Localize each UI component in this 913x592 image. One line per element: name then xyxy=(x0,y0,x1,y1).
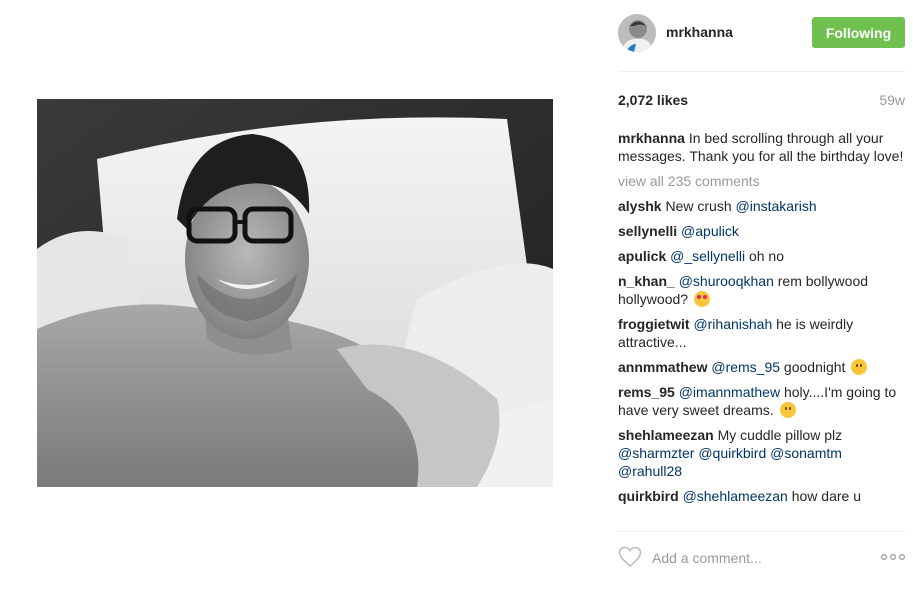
comment-username[interactable]: froggietwit xyxy=(618,316,690,332)
comment-username[interactable]: apulick xyxy=(618,248,666,264)
comment-mention[interactable]: @rems_95 xyxy=(711,359,780,375)
comment-username[interactable]: shehlameezan xyxy=(618,427,714,443)
comment-mention[interactable]: @shehlameezan xyxy=(683,488,788,504)
list-item: rems_95 @imannmathew holy....I'm going t… xyxy=(618,383,905,419)
comment-text: oh no xyxy=(745,248,784,264)
comment-mention[interactable]: @imannmathew xyxy=(679,384,780,400)
add-comment-input[interactable] xyxy=(652,548,852,568)
comment-username[interactable]: alyshk xyxy=(618,198,662,214)
likes-count[interactable]: 2,072 likes xyxy=(618,92,688,108)
photo-image xyxy=(37,99,553,487)
comment-text: My cuddle pillow plz xyxy=(717,427,843,443)
divider xyxy=(618,71,905,72)
comments-list: mrkhanna In bed scrolling through all yo… xyxy=(618,129,905,523)
list-item: quirkbird @shehlameezan how dare u xyxy=(618,487,905,505)
comment-username[interactable]: rems_95 xyxy=(618,384,675,400)
comment-username[interactable]: n_khan_ xyxy=(618,273,675,289)
avatar-image xyxy=(618,14,656,52)
sweat-smile-emoji-icon xyxy=(779,402,796,418)
more-horizontal-icon[interactable] xyxy=(881,552,905,562)
post-caption: mrkhanna In bed scrolling through all yo… xyxy=(618,129,905,165)
wink-emoji-icon xyxy=(851,359,868,375)
heart-eyes-emoji-icon xyxy=(693,291,710,307)
list-item: apulick @_sellynelli oh no xyxy=(618,247,905,265)
list-item: alyshk New crush @instakarish xyxy=(618,197,905,215)
list-item: annmmathew @rems_95 goodnight xyxy=(618,358,905,376)
list-item: shehlameezan My cuddle pillow plz @sharm… xyxy=(618,426,905,480)
likes-row: 2,072 likes 59w xyxy=(618,92,905,110)
divider xyxy=(618,531,905,532)
comment-mention[interactable]: @instakarish xyxy=(736,198,817,214)
view-all-comments-link[interactable]: view all 235 comments xyxy=(618,172,905,190)
comment-username[interactable]: sellynelli xyxy=(618,223,677,239)
comment-bar xyxy=(618,540,905,576)
comment-text: New crush xyxy=(665,198,736,214)
comment-mention[interactable]: @_sellynelli xyxy=(670,248,745,264)
list-item: n_khan_ @shurooqkhan rem bollywood holly… xyxy=(618,272,905,308)
list-item: froggietwit @rihanishah he is weirdly at… xyxy=(618,315,905,351)
comment-username[interactable]: annmmathew xyxy=(618,359,707,375)
post-timestamp[interactable]: 59w xyxy=(879,92,905,108)
author-username[interactable]: mrkhanna xyxy=(666,24,733,40)
comment-mention[interactable]: @apulick xyxy=(681,223,739,239)
comment-mention[interactable]: @rihanishah xyxy=(693,316,772,332)
comment-username[interactable]: quirkbird xyxy=(618,488,679,504)
comment-mention[interactable]: @sharmzter @quirkbird @sonamtm @rahull28 xyxy=(618,445,842,479)
avatar[interactable] xyxy=(618,14,656,52)
post-sidebar: mrkhanna Following 2,072 likes 59w mrkha… xyxy=(618,0,905,592)
following-button[interactable]: Following xyxy=(812,17,905,48)
post-photo[interactable] xyxy=(37,99,553,487)
list-item: sellynelli @apulick xyxy=(618,222,905,240)
comment-mention[interactable]: @shurooqkhan xyxy=(679,273,774,289)
post-header: mrkhanna Following xyxy=(618,14,905,54)
heart-outline-icon[interactable] xyxy=(618,546,642,568)
comment-text: goodnight xyxy=(780,359,850,375)
comment-text: how dare u xyxy=(787,488,862,504)
caption-username[interactable]: mrkhanna xyxy=(618,130,685,146)
